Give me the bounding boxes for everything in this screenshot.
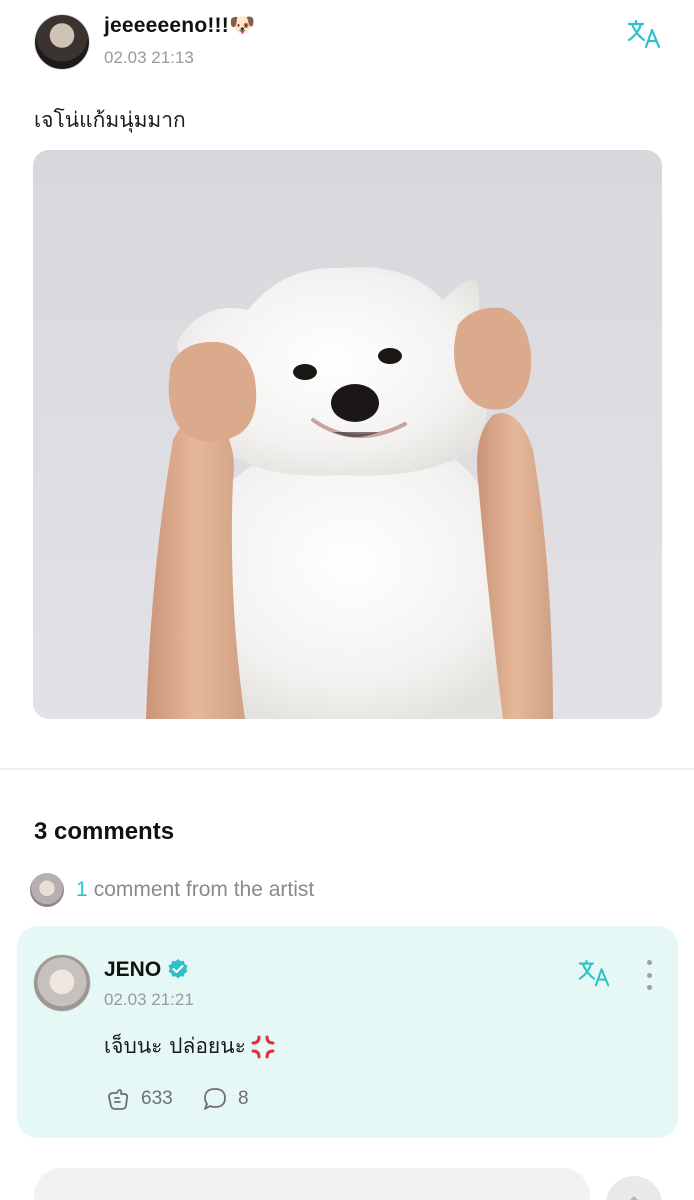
post-time: 02.03 21:13 [104, 48, 194, 67]
artist-comments-toggle[interactable]: 1 comment from the artist [30, 872, 314, 908]
section-divider [0, 768, 694, 770]
more-icon[interactable] [643, 960, 655, 990]
translate-icon [627, 19, 661, 49]
reply-button[interactable]: 8 [202, 1086, 249, 1112]
post-translate-button[interactable] [626, 16, 662, 52]
post-image[interactable] [33, 150, 662, 719]
send-icon [629, 1196, 639, 1200]
artist-comment-card: JENO 02.03 21:21 เจ็บนะ ปล่อยนะ 633 8 [17, 926, 678, 1138]
comment-time: 02.03 21:21 [104, 990, 194, 1009]
comment-author-name[interactable]: JENO [104, 958, 161, 982]
send-button[interactable] [606, 1176, 662, 1200]
author-avatar[interactable] [34, 14, 90, 70]
artist-comment-label: comment from the artist [93, 878, 315, 901]
comments-count: 3 comments [34, 818, 175, 845]
reply-icon [204, 1088, 226, 1110]
like-button[interactable]: 633 [105, 1086, 173, 1112]
post-text: เจโน่แก้มนุ่มมาก [34, 108, 186, 132]
artist-mini-avatar [30, 873, 64, 907]
comment-input[interactable] [34, 1168, 590, 1200]
like-count: 633 [141, 1088, 173, 1109]
verified-badge-icon [168, 959, 188, 979]
reply-count: 8 [238, 1088, 249, 1109]
anger-icon [251, 1035, 275, 1058]
translate-icon [578, 959, 610, 987]
comment-text: เจ็บนะ ปล่อยนะ [104, 1030, 276, 1063]
author-name[interactable]: jeeeeeeno!!!🐶 [104, 14, 255, 38]
like-icon [108, 1089, 129, 1110]
artist-comment-count: 1 [76, 878, 88, 901]
dog-photo [146, 267, 553, 719]
comment-text-content: เจ็บนะ ปล่อยนะ [104, 1034, 246, 1058]
post-header: jeeeeeeno!!!🐶 02.03 21:13 [34, 12, 674, 72]
comment-translate-button[interactable] [577, 956, 611, 990]
comment-author-avatar[interactable] [33, 954, 91, 1012]
